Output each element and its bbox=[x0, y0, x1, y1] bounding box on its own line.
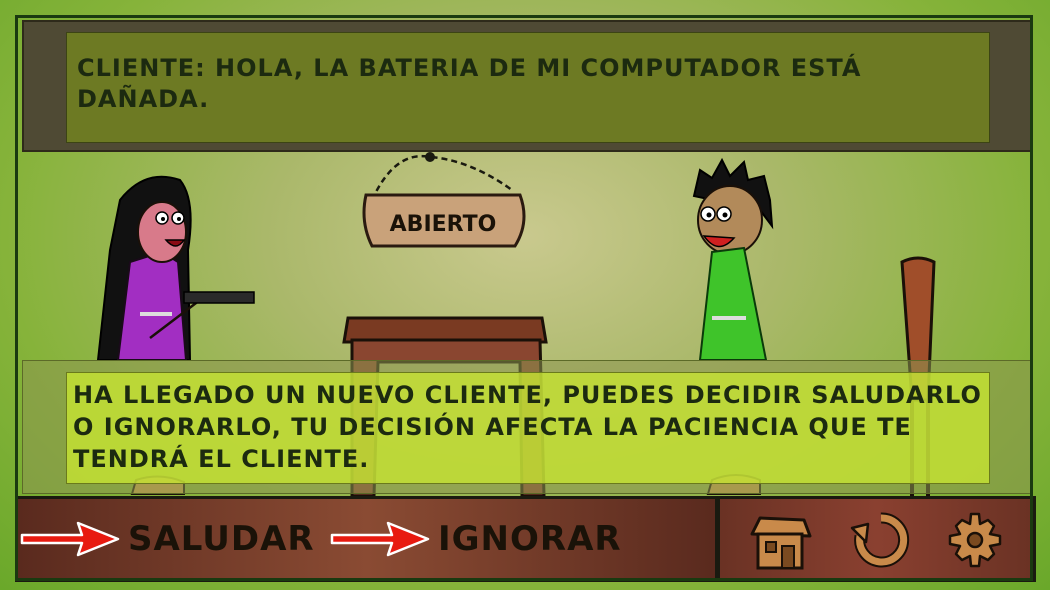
game-stage: ABIERTO CLIENTE: HOLA, LA BATERIA DE MI … bbox=[0, 0, 1050, 590]
gear-icon[interactable] bbox=[940, 508, 1010, 572]
greet-label: SALUDAR bbox=[128, 519, 315, 559]
arrow-right-icon bbox=[330, 521, 430, 557]
open-sign-label: ABIERTO bbox=[390, 212, 497, 237]
narration-text: HA LLEGADO UN NUEVO CLIENTE, PUEDES DECI… bbox=[73, 381, 982, 473]
narration-box: HA LLEGADO UN NUEVO CLIENTE, PUEDES DECI… bbox=[66, 372, 990, 484]
greet-button[interactable]: SALUDAR bbox=[20, 514, 315, 564]
arrow-right-icon bbox=[20, 521, 120, 557]
ignore-label: IGNORAR bbox=[438, 519, 622, 559]
customer-dialog-text: CLIENTE: HOLA, LA BATERIA DE MI COMPUTAD… bbox=[77, 54, 862, 113]
ignore-button[interactable]: IGNORAR bbox=[330, 514, 622, 564]
open-sign: ABIERTO bbox=[362, 152, 526, 248]
restart-icon[interactable] bbox=[846, 508, 916, 572]
dialog-box: CLIENTE: HOLA, LA BATERIA DE MI COMPUTAD… bbox=[66, 32, 990, 143]
house-icon[interactable] bbox=[744, 508, 814, 572]
